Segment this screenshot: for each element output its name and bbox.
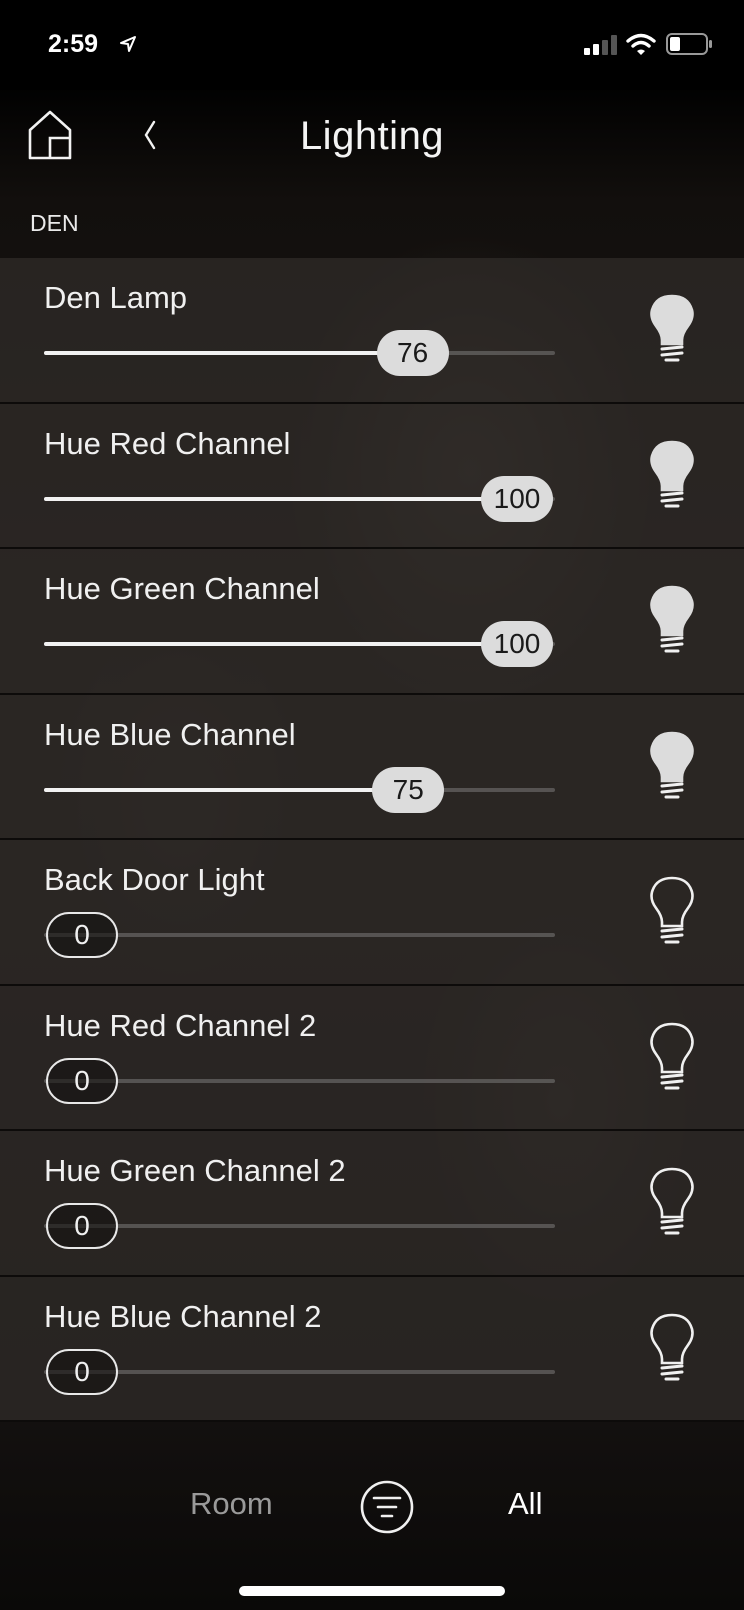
light-row-7: Hue Blue Channel 2 0 — [0, 1276, 744, 1422]
bulb-off-icon[interactable] — [644, 1022, 700, 1094]
bulb-off-icon[interactable] — [644, 876, 700, 948]
page-title: Lighting — [299, 114, 445, 158]
dimmer-slider[interactable]: 75 — [44, 766, 555, 813]
home-indicator — [239, 1586, 505, 1596]
light-row-5: Hue Red Channel 2 0 — [0, 985, 744, 1131]
slider-track — [44, 933, 555, 937]
bulb-on-icon[interactable] — [644, 294, 700, 366]
slider-fill — [44, 496, 517, 501]
dimmer-slider[interactable]: 100 — [44, 621, 555, 667]
cellular-signal-icon — [584, 35, 617, 55]
bulb-on-icon[interactable] — [644, 440, 700, 512]
lights-list: Den Lamp 76 Hue Red Channel 100 Hue Gree… — [0, 258, 744, 1422]
slider-thumb[interactable]: 0 — [46, 1057, 118, 1104]
light-row-1: Hue Red Channel 100 — [0, 403, 744, 549]
status-bar: 2:59 — [0, 0, 744, 90]
dimmer-slider[interactable]: 76 — [44, 330, 555, 376]
slider-fill — [44, 642, 517, 646]
location-arrow-icon — [120, 36, 136, 52]
tab-all[interactable]: All — [508, 1486, 542, 1522]
light-name: Hue Green Channel — [44, 571, 320, 606]
light-row-4: Back Door Light 0 — [0, 840, 744, 986]
slider-track — [44, 1078, 555, 1083]
light-name: Hue Red Channel — [44, 425, 291, 461]
light-row-6: Hue Green Channel 2 0 — [0, 1131, 744, 1277]
slider-thumb[interactable]: 0 — [46, 1348, 118, 1395]
bulb-on-icon[interactable] — [644, 585, 700, 657]
section-label: DEN — [30, 210, 79, 236]
wifi-icon — [626, 33, 656, 55]
light-name: Hue Green Channel 2 — [44, 1153, 346, 1188]
slider-thumb[interactable]: 100 — [481, 475, 553, 522]
light-name: Hue Blue Channel 2 — [44, 1298, 322, 1334]
dimmer-slider[interactable]: 0 — [44, 1348, 555, 1395]
slider-fill — [44, 787, 409, 792]
dimmer-slider[interactable]: 0 — [44, 1057, 555, 1104]
slider-thumb[interactable]: 76 — [376, 330, 449, 376]
bulb-on-icon[interactable] — [644, 731, 700, 803]
dimmer-slider[interactable]: 0 — [44, 912, 555, 958]
slider-track — [44, 1224, 555, 1228]
tab-room[interactable]: Room — [190, 1486, 273, 1522]
light-name: Den Lamp — [44, 280, 188, 315]
filter-icon[interactable] — [360, 1480, 414, 1534]
status-time: 2:59 — [48, 30, 99, 58]
light-row-3: Hue Blue Channel 75 — [0, 694, 744, 840]
slider-thumb[interactable]: 0 — [46, 912, 118, 958]
light-name: Hue Blue Channel — [44, 716, 296, 752]
slider-thumb[interactable]: 75 — [372, 766, 445, 813]
light-row-0: Den Lamp 76 — [0, 258, 744, 404]
bulb-off-icon[interactable] — [644, 1313, 700, 1385]
slider-track — [44, 1369, 555, 1374]
slider-thumb[interactable]: 0 — [46, 1203, 118, 1249]
light-name: Hue Red Channel 2 — [44, 1007, 317, 1043]
battery-icon — [666, 33, 712, 55]
light-name: Back Door Light — [44, 862, 265, 897]
bottom-bar: Room All — [0, 1420, 744, 1610]
header: Lighting DEN — [0, 90, 744, 260]
light-row-2: Hue Green Channel 100 — [0, 549, 744, 695]
slider-fill — [44, 351, 413, 355]
dimmer-slider[interactable]: 0 — [44, 1203, 555, 1249]
slider-thumb[interactable]: 100 — [481, 621, 553, 667]
bulb-off-icon[interactable] — [644, 1167, 700, 1239]
dimmer-slider[interactable]: 100 — [44, 475, 555, 522]
